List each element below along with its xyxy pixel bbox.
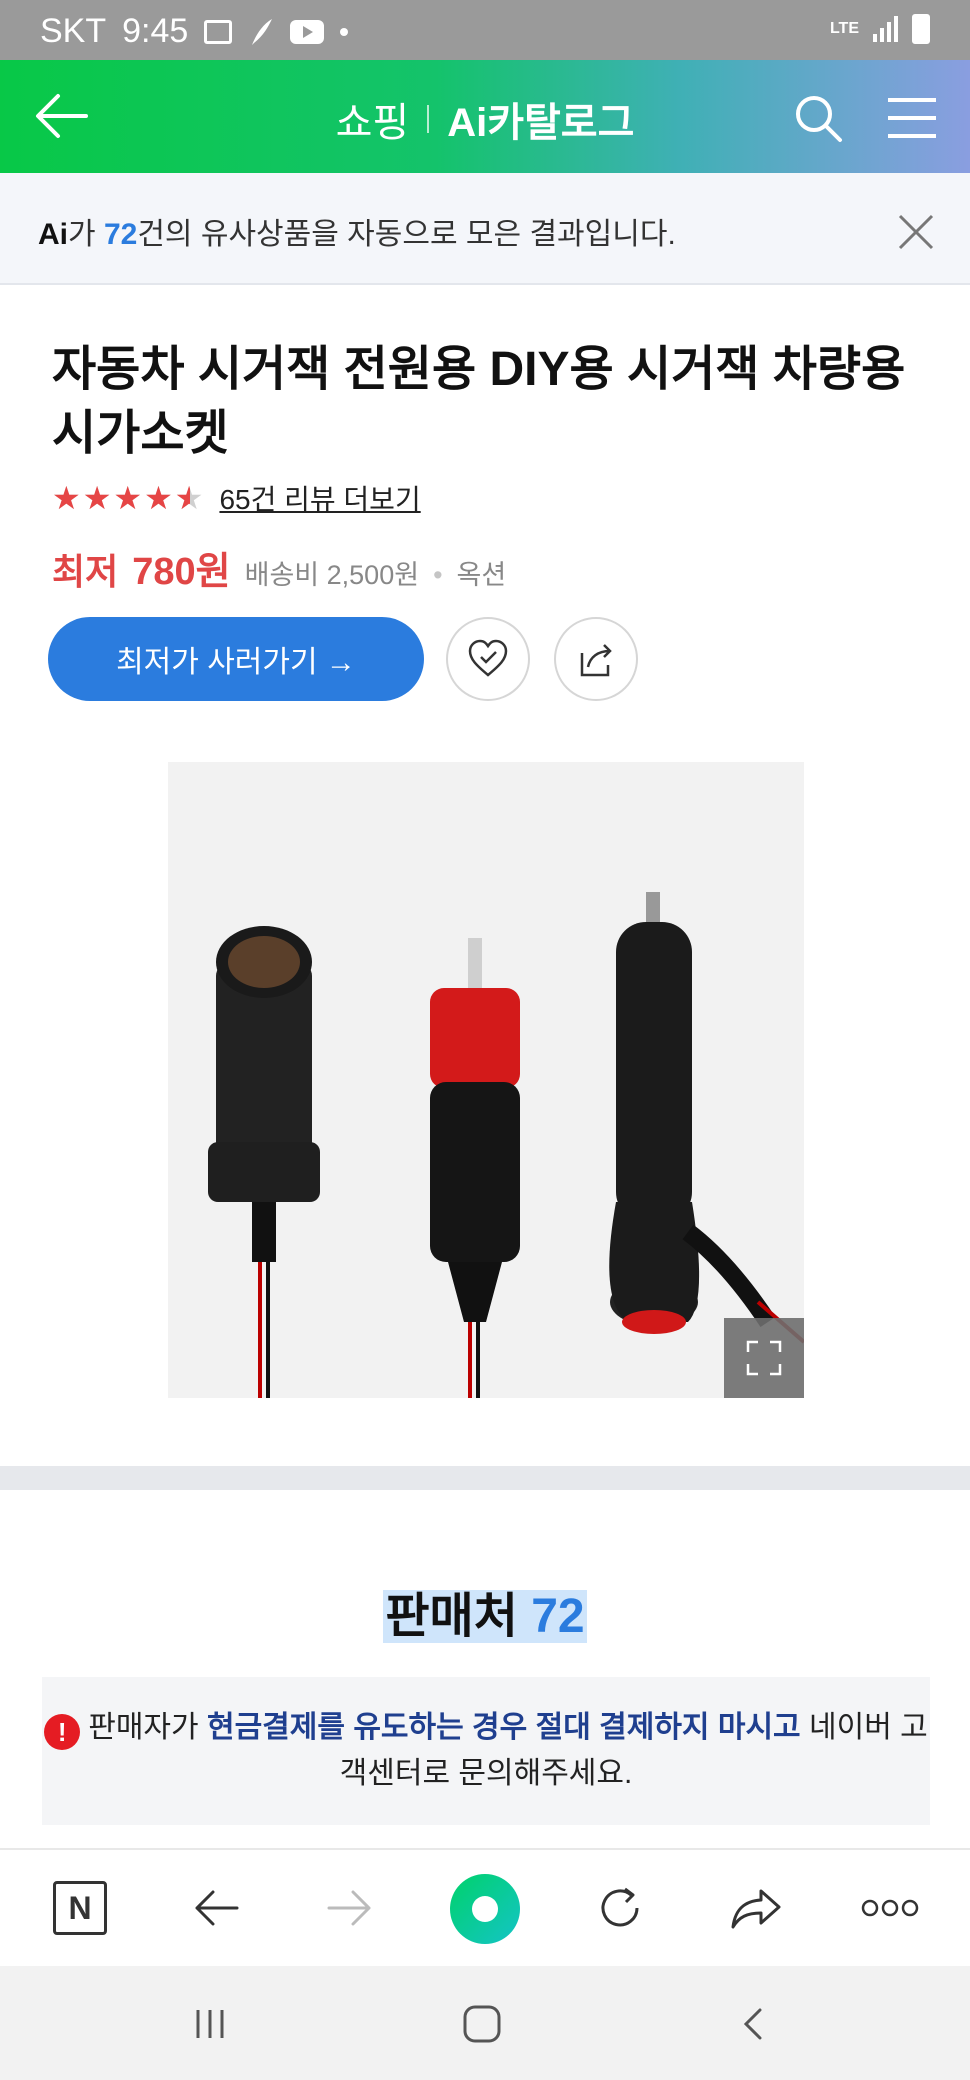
sellers-heading: 판매처 72 [0, 1576, 970, 1646]
heart-check-icon [468, 639, 508, 677]
ai-text-suffix: 건의 유사상품을 자동으로 모은 결과입니다. [137, 218, 676, 251]
product-image[interactable] [168, 762, 804, 1398]
status-left: SKT 9:45 [40, 12, 349, 51]
carrier-label: SKT [40, 12, 107, 50]
share-button[interactable] [726, 1878, 786, 1938]
refresh-icon [601, 1887, 639, 1927]
ai-text-prefix: 가 [68, 218, 104, 251]
warning-text: ! 판매자가 현금결제를 유도하는 경우 절대 결제하지 마시고 네이버 고객센터… [42, 1705, 930, 1797]
wishlist-button[interactable] [446, 617, 530, 701]
naver-home-icon: N [53, 1881, 107, 1935]
expand-icon [746, 1340, 782, 1376]
refresh-button[interactable] [590, 1878, 650, 1938]
recents-button[interactable] [180, 1996, 240, 2052]
menu-icon [888, 98, 936, 138]
signal-icon [873, 16, 898, 42]
share-box-icon [580, 644, 612, 677]
more-icon [861, 1899, 919, 1917]
system-back-button[interactable] [724, 1996, 784, 2052]
ai-logo: Ai [38, 218, 68, 251]
status-right: LTE [830, 14, 930, 44]
cigar-socket-photo [168, 762, 804, 1398]
header-separator [427, 105, 430, 133]
more-button[interactable] [860, 1878, 920, 1938]
chevron-left-icon [743, 2008, 762, 2040]
ai-catalog-label: Ai카탈로그 [447, 101, 635, 145]
share-product-button[interactable] [554, 617, 638, 701]
sellers-heading-highlight: 판매처 72 [383, 1590, 587, 1643]
naver-home-button[interactable]: N [50, 1878, 110, 1938]
status-bar: SKT 9:45 LTE [0, 0, 970, 60]
green-dot-icon [450, 1874, 520, 1944]
warning-strong: 현금결제를 유도하는 경우 절대 결제하지 마시고 [206, 1711, 801, 1744]
price-label: 최저 [52, 551, 119, 592]
share-icon [731, 1889, 781, 1929]
browser-forward-button[interactable] [320, 1878, 380, 1938]
feather-icon [252, 18, 273, 45]
warning-part1: 판매자가 [88, 1711, 207, 1744]
warning-icon: ! [44, 1714, 81, 1750]
menu-button[interactable] [884, 90, 940, 146]
sellers-title: 판매처 [385, 1590, 518, 1643]
search-icon [796, 96, 842, 142]
buy-button-label: 최저가 사러가기 → [116, 646, 356, 679]
image-icon [204, 19, 233, 44]
ai-banner-text: Ai가 72건의 유사상품을 자동으로 모은 결과입니다. [38, 209, 676, 253]
buy-lowest-price-button[interactable]: 최저가 사러가기 → [48, 617, 424, 701]
shopping-label[interactable]: 쇼핑 [336, 90, 410, 148]
browser-toolbar: N [0, 1848, 970, 1966]
app-header: 쇼핑 Ai카탈로그 [0, 60, 970, 173]
home-icon [463, 2005, 501, 2043]
battery-icon [912, 14, 930, 44]
recents-icon [196, 2010, 224, 2038]
youtube-icon [290, 19, 325, 44]
search-button[interactable] [790, 90, 846, 146]
product-title: 자동차 시거잭 전원용 DIY용 시거잭 차량용 시가소켓 [52, 343, 906, 460]
price-value: 780원 [132, 551, 231, 593]
clock: 9:45 [122, 12, 189, 50]
home-button[interactable] [452, 1996, 512, 2052]
green-dot-button[interactable] [448, 1872, 522, 1946]
section-divider [0, 1466, 970, 1490]
separator-dot: • [433, 560, 443, 590]
reviews-link[interactable]: 65건 리뷰 더보기 [219, 478, 420, 518]
ai-banner-close-button[interactable] [892, 208, 940, 256]
back-icon [195, 1890, 239, 1926]
shipping-fee: 배송비 2,500원 [244, 560, 420, 590]
sellers-count: 72 [531, 1590, 585, 1643]
star-rating: ★★★★★ ★★★★★ [52, 482, 205, 514]
star-rating-fill: ★★★★★ [52, 482, 191, 514]
price-row: 최저 780원 배송비 2,500원 • 옥션 [52, 540, 506, 595]
warning-box: ! 판매자가 현금결제를 유도하는 경우 절대 결제하지 마시고 네이버 고객센터… [42, 1677, 930, 1825]
ai-count: 72 [103, 218, 138, 251]
network-label: LTE [829, 20, 859, 37]
forward-icon [327, 1890, 371, 1926]
ai-banner: Ai가 72건의 유사상품을 자동으로 모은 결과입니다. [0, 173, 970, 285]
option-label: 옥션 [456, 560, 507, 590]
dot-icon [340, 27, 349, 36]
expand-image-button[interactable] [724, 1318, 804, 1398]
system-nav-bar [0, 1966, 970, 2080]
browser-back-button[interactable] [186, 1878, 246, 1938]
close-icon [898, 214, 934, 250]
rating-row: ★★★★★ ★★★★★ 65건 리뷰 더보기 [52, 478, 421, 518]
